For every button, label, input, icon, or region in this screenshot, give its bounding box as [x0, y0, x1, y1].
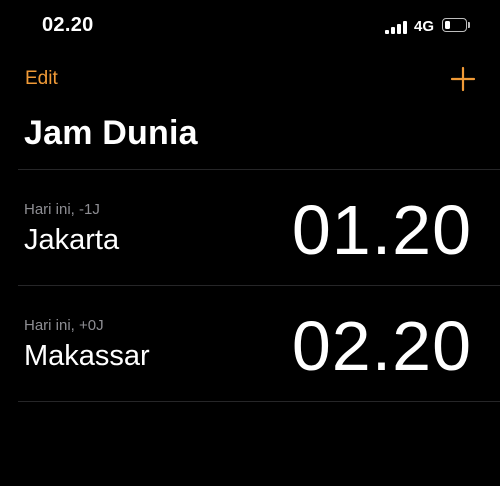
- clock-offset: Hari ini, +0J: [24, 317, 104, 334]
- clock-row-makassar[interactable]: Hari ini, +0J Makassar 02.20: [0, 286, 500, 401]
- clock-row-jakarta[interactable]: Hari ini, -1J Jakarta 01.20: [0, 170, 500, 285]
- clock-time: 02.20: [291, 307, 472, 385]
- edit-button[interactable]: Edit: [25, 68, 58, 90]
- clock-city: Jakarta: [24, 224, 120, 256]
- add-button[interactable]: [450, 66, 476, 92]
- plus-icon: [450, 66, 476, 92]
- battery-icon: [442, 18, 467, 32]
- clock-time: 01.20: [291, 191, 472, 269]
- status-time: 02.20: [42, 14, 94, 36]
- battery-cap: [468, 22, 470, 28]
- divider: [18, 401, 500, 402]
- page-title: Jam Dunia: [24, 114, 198, 152]
- network-type: 4G: [414, 18, 435, 35]
- world-clock-screen: 02.20 4G Edit Jam Dunia Hari ini, -1J Ja…: [0, 0, 500, 486]
- clock-offset: Hari ini, -1J: [24, 201, 100, 218]
- cellular-signal-icon: [385, 21, 407, 34]
- status-bar: 02.20 4G: [0, 0, 500, 54]
- clock-city: Makassar: [24, 340, 150, 372]
